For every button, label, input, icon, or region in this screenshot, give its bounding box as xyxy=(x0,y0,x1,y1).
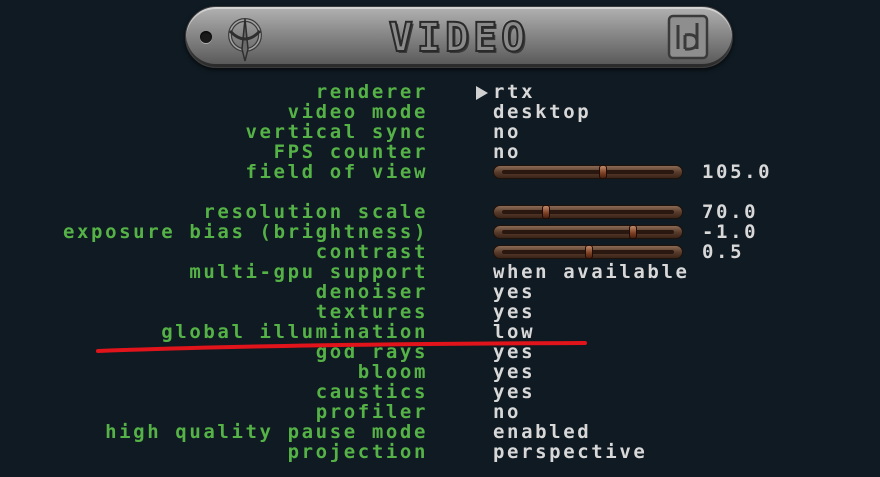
menu-label-vertical-sync: vertical sync xyxy=(245,121,428,143)
menu-row-multi-gpu-support[interactable]: multi-gpu support when available xyxy=(0,262,880,282)
menu-value-profiler[interactable]: no xyxy=(493,402,521,422)
menu-row-resolution-scale[interactable]: resolution scale 70.0 xyxy=(0,202,880,222)
id-software-logo-icon xyxy=(667,14,709,60)
menu-label-exposure-bias-brightness: exposure bias (brightness) xyxy=(62,221,428,243)
slider-value-resolution-scale: 70.0 xyxy=(702,201,759,223)
menu-value-vertical-sync[interactable]: no xyxy=(493,122,521,142)
menu-row-high-quality-pause-mode[interactable]: high quality pause mode enabled xyxy=(0,422,880,442)
slider-value-exposure-bias-brightness: -1.0 xyxy=(702,221,759,243)
slider-handle[interactable] xyxy=(628,225,637,239)
menu-value-multi-gpu-support[interactable]: when available xyxy=(493,262,690,282)
menu-label-resolution-scale: resolution scale xyxy=(203,201,428,223)
menu-cursor-icon xyxy=(476,86,488,100)
menu-label-caustics: caustics xyxy=(315,381,428,403)
slider-track xyxy=(502,210,674,214)
menu-label-contrast: contrast xyxy=(315,241,428,263)
slider-value-contrast: 0.5 xyxy=(702,241,745,263)
menu-label-video-mode: video mode xyxy=(287,101,428,123)
slider-value-field-of-view: 105.0 xyxy=(702,161,773,183)
slider-track xyxy=(502,230,674,234)
menu-row-exposure-bias-brightness[interactable]: exposure bias (brightness) -1.0 xyxy=(0,222,880,242)
menu-value-renderer[interactable]: rtx xyxy=(493,82,535,102)
menu-row-textures[interactable]: textures yes xyxy=(0,302,880,322)
slider-track xyxy=(502,170,674,174)
menu-label-fps-counter: FPS counter xyxy=(273,141,428,163)
menu-row-profiler[interactable]: profiler no xyxy=(0,402,880,422)
menu-title: VIDEO xyxy=(388,14,530,62)
slider-resolution-scale[interactable] xyxy=(493,205,683,219)
menu-row-caustics[interactable]: caustics yes xyxy=(0,382,880,402)
menu-row-bloom[interactable]: bloom yes xyxy=(0,362,880,382)
menu-label-renderer: renderer xyxy=(315,81,428,103)
menu-value-projection[interactable]: perspective xyxy=(493,442,647,462)
menu-row-field-of-view[interactable]: field of view 105.0 xyxy=(0,162,880,182)
slider-handle[interactable] xyxy=(598,165,607,179)
menu-title-plaque: VIDEO xyxy=(185,6,733,68)
menu-label-high-quality-pause-mode: high quality pause mode xyxy=(105,421,428,443)
annotation-underline xyxy=(96,341,587,353)
slider-contrast[interactable] xyxy=(493,245,683,259)
menu-value-denoiser[interactable]: yes xyxy=(493,282,535,302)
slider-exposure-bias-brightness[interactable] xyxy=(493,225,683,239)
slider-handle[interactable] xyxy=(541,205,550,219)
menu-label-projection: projection xyxy=(287,441,428,463)
slider-field-of-view[interactable] xyxy=(493,165,683,179)
slider-handle[interactable] xyxy=(585,245,593,259)
menu-value-textures[interactable]: yes xyxy=(493,302,535,322)
menu-label-multi-gpu-support: multi-gpu support xyxy=(189,261,428,283)
menu-row-projection[interactable]: projection perspective xyxy=(0,442,880,462)
menu-value-bloom[interactable]: yes xyxy=(493,362,535,382)
menu-value-high-quality-pause-mode[interactable]: enabled xyxy=(493,422,591,442)
menu-label-textures: textures xyxy=(315,301,428,323)
menu-row-contrast[interactable]: contrast 0.5 xyxy=(0,242,880,262)
menu-label-bloom: bloom xyxy=(357,361,428,383)
menu-label-denoiser: denoiser xyxy=(315,281,428,303)
menu-label-profiler: profiler xyxy=(315,401,428,423)
menu-value-video-mode[interactable]: desktop xyxy=(493,102,591,122)
menu-row-denoiser[interactable]: denoiser yes xyxy=(0,282,880,302)
menu-value-fps-counter[interactable]: no xyxy=(493,142,521,162)
menu-spacer xyxy=(0,182,880,202)
menu-row-vertical-sync[interactable]: vertical sync no xyxy=(0,122,880,142)
menu-row-video-mode[interactable]: video mode desktop xyxy=(0,102,880,122)
menu-row-fps-counter[interactable]: FPS counter no xyxy=(0,142,880,162)
menu-label-field-of-view: field of view xyxy=(245,161,428,183)
menu-row-renderer[interactable]: renderer rtx xyxy=(0,82,880,102)
menu-value-caustics[interactable]: yes xyxy=(493,382,535,402)
